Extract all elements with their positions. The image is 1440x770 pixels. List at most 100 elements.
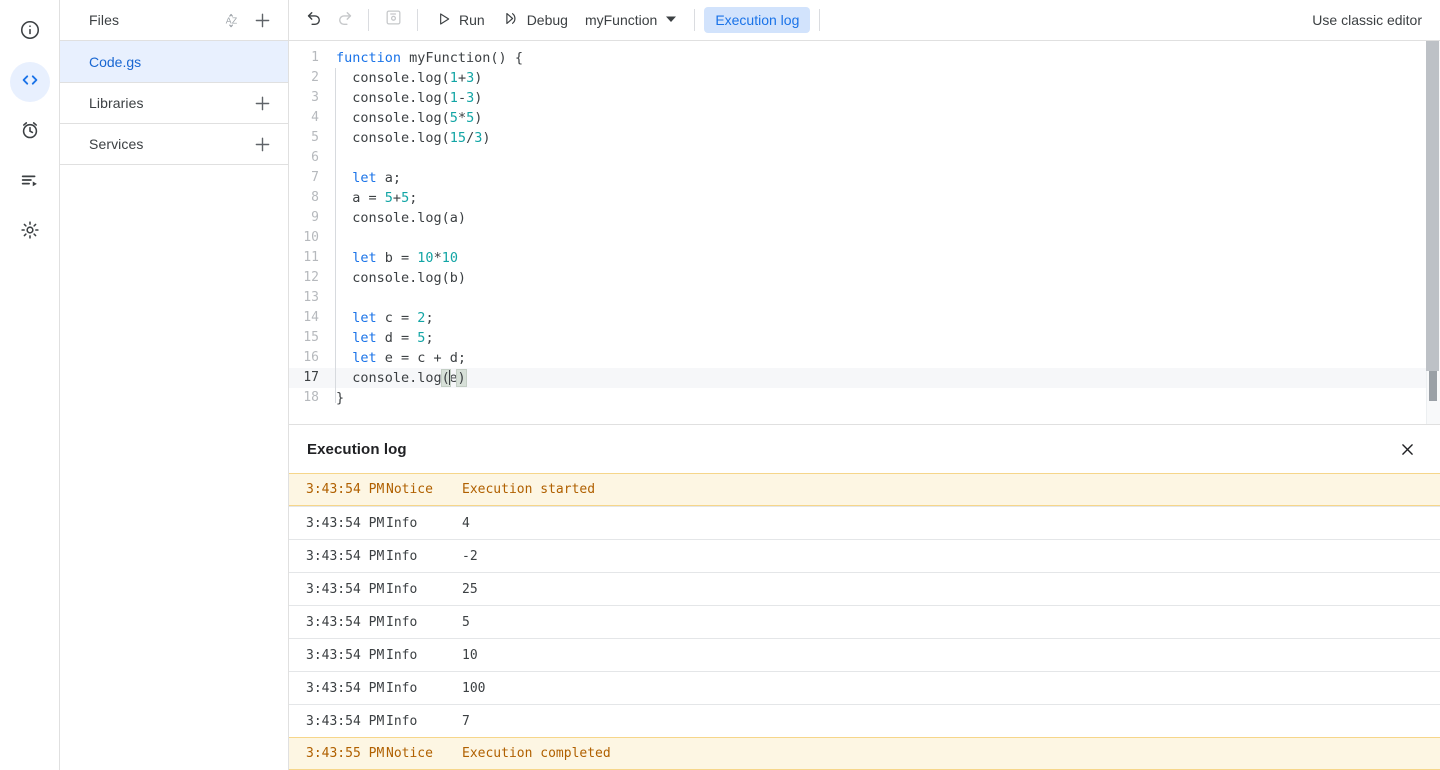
editor-scrollbar-thumb[interactable]	[1426, 41, 1439, 371]
play-triangle-icon	[436, 11, 452, 30]
indent-guide	[335, 68, 336, 403]
editor-scrollbar-thumb-inner[interactable]	[1429, 371, 1437, 401]
line-number: 11	[303, 250, 319, 265]
log-severity: Info	[386, 581, 418, 597]
code-line-13[interactable]: 13	[289, 288, 1440, 308]
code-token: )	[482, 130, 491, 146]
services-section-header[interactable]: Services	[60, 124, 288, 165]
close-x-icon[interactable]	[1392, 434, 1422, 464]
code-line-10[interactable]: 10	[289, 228, 1440, 248]
code-token: +	[457, 70, 467, 86]
log-message: -2	[462, 548, 478, 564]
log-message: 5	[462, 614, 470, 630]
code-token: }	[336, 390, 345, 406]
code-line-7[interactable]: 7 let a;	[289, 168, 1440, 188]
add-service-plus-icon[interactable]	[250, 132, 274, 156]
number-token: 3	[466, 70, 475, 86]
number-token: 5	[401, 190, 410, 206]
redo-button[interactable]	[329, 5, 359, 35]
code-line-5[interactable]: 5 console.log(15/3)	[289, 128, 1440, 148]
line-number: 2	[311, 70, 319, 85]
code-line-8[interactable]: 8 a = 5+5;	[289, 188, 1440, 208]
bracket-match-token: )	[456, 369, 467, 387]
keyword-token: let	[352, 170, 377, 186]
code-token: console.log(	[336, 70, 450, 86]
log-severity: Notice	[386, 482, 433, 497]
rail-item-triggers[interactable]	[10, 112, 50, 152]
code-line-text: let a;	[331, 168, 401, 188]
code-line-text: a = 5+5;	[331, 188, 417, 208]
debug-button[interactable]: Debug	[494, 5, 577, 35]
code-token: console.log(a)	[336, 210, 467, 226]
files-section-title: Files	[89, 12, 120, 28]
code-line-3[interactable]: 3 console.log(1-3)	[289, 88, 1440, 108]
sort-az-icon[interactable]: A Z	[220, 8, 244, 32]
number-token: 10	[441, 250, 458, 266]
code-token: b =	[376, 250, 418, 266]
code-line-6[interactable]: 6	[289, 148, 1440, 168]
code-line-14[interactable]: 14 let c = 2;	[289, 308, 1440, 328]
add-library-plus-icon[interactable]	[250, 91, 274, 115]
code-lines-container[interactable]: 1 function myFunction() {2 console.log(1+…	[289, 41, 1440, 424]
code-token: c =	[376, 310, 418, 326]
code-line-18[interactable]: 18}	[289, 388, 1440, 408]
execution-log-tab-label: Execution log	[715, 12, 800, 28]
code-line-4[interactable]: 4 console.log(5*5)	[289, 108, 1440, 128]
code-line-2[interactable]: 2 console.log(1+3)	[289, 68, 1440, 88]
code-line-17[interactable]: 17 console.log(e)	[289, 368, 1440, 388]
code-line-9[interactable]: 9 console.log(a)	[289, 208, 1440, 228]
toolbar-divider-4	[819, 9, 821, 31]
log-severity: Notice	[386, 746, 433, 761]
number-token: 5	[449, 110, 458, 126]
number-token: 3	[466, 90, 475, 106]
run-button[interactable]: Run	[427, 5, 494, 35]
log-row: 3:43:54 PM Info 10	[289, 638, 1440, 671]
rail-item-project-settings[interactable]	[10, 212, 50, 252]
code-token: *	[433, 250, 442, 266]
line-number: 5	[311, 130, 319, 145]
rail-item-project-overview[interactable]	[10, 12, 50, 52]
undo-button[interactable]	[299, 5, 329, 35]
code-line-11[interactable]: 11 let b = 10*10	[289, 248, 1440, 268]
line-number: 17	[303, 370, 319, 385]
code-token: console.log(	[336, 130, 450, 146]
toolbar-divider-3	[694, 9, 696, 31]
save-button[interactable]	[378, 5, 408, 35]
code-line-15[interactable]: 15 let d = 5;	[289, 328, 1440, 348]
code-line-12[interactable]: 12 console.log(b)	[289, 268, 1440, 288]
number-token: 5	[466, 110, 475, 126]
toolbar-divider-1	[368, 9, 369, 31]
use-classic-editor-button[interactable]: Use classic editor	[1302, 12, 1432, 28]
log-message: 7	[462, 713, 470, 729]
sidebar-file-item-code-gs[interactable]: Code.gs	[60, 41, 288, 83]
log-row: 3:43:54 PM Info 7	[289, 704, 1440, 737]
line-number: 14	[303, 310, 319, 325]
code-line-text: function myFunction() {	[331, 48, 523, 68]
keyword-token: let	[352, 310, 377, 326]
code-editor[interactable]: 1 function myFunction() {2 console.log(1+…	[289, 41, 1440, 424]
undo-icon	[305, 8, 324, 32]
log-row: 3:43:54 PM Info 5	[289, 605, 1440, 638]
code-line-text: console.log(1+3)	[331, 68, 482, 88]
rail-item-executions[interactable]	[10, 162, 50, 202]
code-token: +	[392, 190, 402, 206]
info-circle-icon	[19, 19, 41, 46]
debug-label: Debug	[526, 12, 568, 28]
code-line-16[interactable]: 16 let e = c + d;	[289, 348, 1440, 368]
rail-item-editor[interactable]	[9, 62, 50, 102]
function-select[interactable]: myFunction	[577, 5, 685, 35]
libraries-section-header[interactable]: Libraries	[60, 83, 288, 124]
editor-vertical-scrollbar[interactable]	[1426, 41, 1440, 424]
keyword-token: let	[352, 350, 377, 366]
libraries-section-title: Libraries	[89, 95, 144, 111]
number-token: 5	[384, 190, 393, 206]
log-timestamp: 3:43:54 PM	[306, 515, 385, 531]
execution-log-tab[interactable]: Execution log	[704, 7, 811, 33]
add-file-plus-icon[interactable]	[250, 8, 274, 32]
log-row: 3:43:54 PM Info 100	[289, 671, 1440, 704]
code-line-1[interactable]: 1 function myFunction() {	[289, 48, 1440, 68]
line-number: 9	[311, 210, 319, 225]
